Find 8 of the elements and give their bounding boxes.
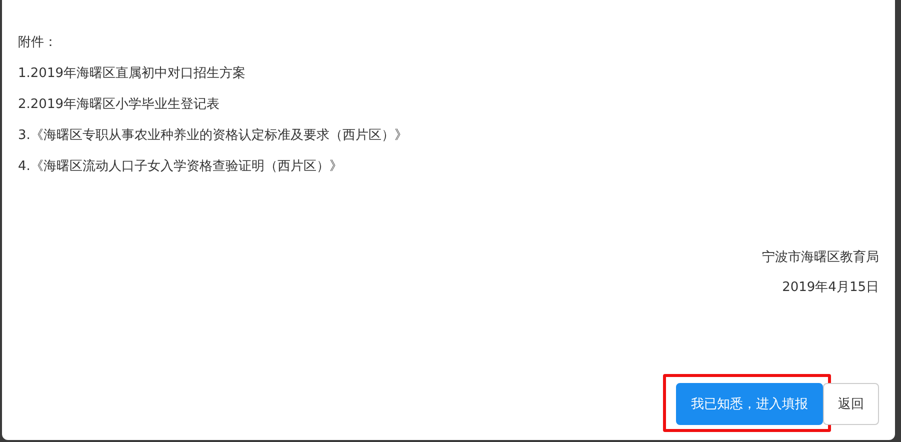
- issue-date: 2019年4月15日: [782, 279, 879, 297]
- attachments-heading: 附件：: [18, 34, 58, 52]
- attachment-item: 2.2019年海曙区小学毕业生登记表: [18, 96, 220, 114]
- back-button[interactable]: 返回: [823, 383, 879, 425]
- attachment-item: 1.2019年海曙区直属初中对口招生方案: [18, 65, 246, 83]
- issuer-name: 宁波市海曙区教育局: [762, 249, 879, 267]
- attachment-item: 3.《海曙区专职从事农业种养业的资格认定标准及要求（西片区）》: [18, 127, 408, 145]
- attachment-item: 4.《海曙区流动人口子女入学资格查验证明（西片区）》: [18, 158, 344, 176]
